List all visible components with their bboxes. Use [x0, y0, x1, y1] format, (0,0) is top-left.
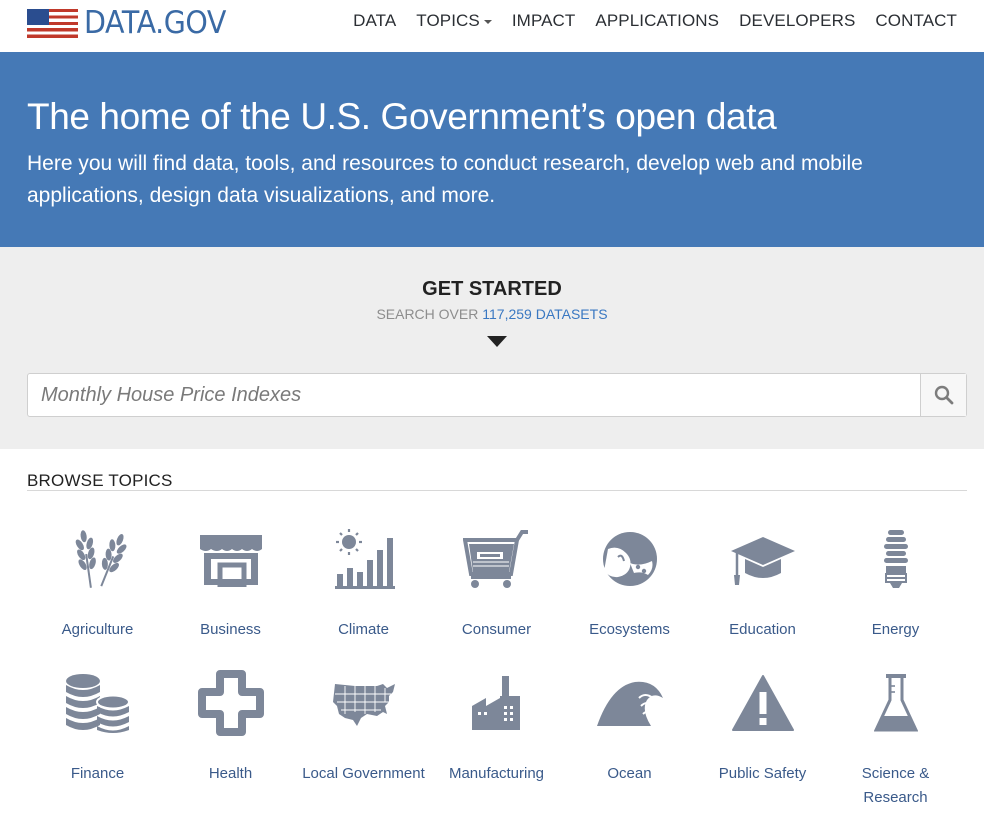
topic-consumer[interactable]: Consumer [430, 524, 563, 642]
site-logo[interactable]: DATA.GOV [27, 6, 238, 40]
nav-topics[interactable]: TOPICS [416, 10, 492, 32]
topic-label: Energy [871, 621, 920, 638]
nav-applications[interactable]: APPLICATIONS [595, 10, 719, 32]
flask-icon [860, 668, 932, 738]
topic-ocean[interactable]: Ocean [563, 668, 696, 786]
dataset-count-prefix: SEARCH OVER [376, 306, 483, 322]
topic-energy[interactable]: Energy [829, 524, 962, 642]
down-arrow-icon [487, 336, 507, 347]
topic-science-research[interactable]: Science & Research [829, 668, 962, 810]
sun-bar-chart-icon [328, 524, 400, 594]
topic-manufacturing[interactable]: Manufacturing [430, 668, 563, 786]
search-button[interactable] [920, 374, 966, 416]
search-input[interactable] [28, 374, 920, 416]
ecosystem-globe-icon [594, 524, 666, 594]
get-started-section: GET STARTED SEARCH OVER 117,259 DATASETS [0, 247, 984, 449]
topic-health[interactable]: Health [164, 668, 297, 786]
topic-label: Education [729, 621, 796, 638]
topic-local-government[interactable]: Local Government [297, 668, 430, 786]
dataset-count-link[interactable]: 117,259 DATASETS [482, 306, 607, 322]
hero-title: The home of the U.S. Government’s open d… [27, 96, 777, 137]
warning-icon [727, 668, 799, 738]
nav-contact[interactable]: CONTACT [875, 10, 957, 32]
topic-business[interactable]: Business [164, 524, 297, 642]
topic-label: Business [200, 621, 261, 638]
topic-agriculture[interactable]: Agriculture [31, 524, 164, 642]
search-bar [27, 373, 967, 417]
us-flag-icon [27, 8, 78, 38]
main-nav: DATA TOPICS IMPACT APPLICATIONS DEVELOPE… [353, 10, 957, 32]
wave-icon [594, 668, 666, 738]
topic-label: Public Safety [718, 765, 807, 782]
hero-banner: The home of the U.S. Government’s open d… [0, 52, 984, 247]
medical-cross-icon [195, 668, 267, 738]
caret-down-icon [483, 19, 492, 24]
topic-education[interactable]: Education [696, 524, 829, 642]
storefront-icon [195, 524, 267, 594]
search-icon [934, 385, 953, 405]
graduation-cap-icon [727, 524, 799, 594]
wheat-icon [62, 524, 134, 594]
topic-label: Finance [70, 765, 125, 782]
browse-topics-heading: BROWSE TOPICS [27, 471, 173, 490]
nav-topics-label: TOPICS [416, 11, 480, 30]
topic-label: Ocean [607, 765, 652, 782]
nav-data[interactable]: DATA [353, 10, 396, 32]
topic-ecosystems[interactable]: Ecosystems [563, 524, 696, 642]
dataset-count-line: SEARCH OVER 117,259 DATASETS [0, 306, 984, 322]
hero-subtitle: Here you will find data, tools, and reso… [27, 152, 863, 207]
nav-developers[interactable]: DEVELOPERS [739, 10, 855, 32]
nav-impact[interactable]: IMPACT [512, 10, 576, 32]
shopping-cart-icon [461, 524, 533, 594]
lightbulb-icon [860, 524, 932, 594]
divider [27, 490, 967, 491]
topic-climate[interactable]: Climate [297, 524, 430, 642]
factory-icon [461, 668, 533, 738]
topic-label: Health [208, 765, 253, 782]
topic-finance[interactable]: Finance [31, 668, 164, 786]
us-map-icon [328, 668, 400, 738]
topic-label: Climate [338, 621, 389, 638]
topic-label: Manufacturing [448, 765, 545, 782]
topic-label: Agriculture [61, 621, 134, 638]
topic-label: Ecosystems [589, 621, 670, 638]
topic-public-safety[interactable]: Public Safety [696, 668, 829, 786]
topic-label: Consumer [461, 621, 532, 638]
coin-stack-icon [62, 668, 134, 738]
get-started-title: GET STARTED [422, 278, 562, 300]
topic-label: Science & Research [861, 765, 930, 806]
topic-label: Local Government [302, 765, 425, 782]
logo-text: DATA.GOV [84, 4, 226, 41]
site-header: DATA.GOV DATA TOPICS IMPACT APPLICATIONS… [0, 0, 984, 52]
